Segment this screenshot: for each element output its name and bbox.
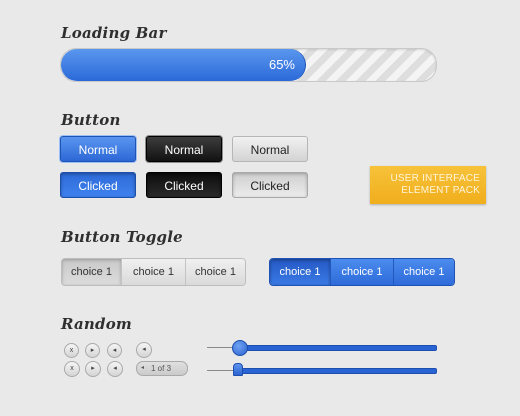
slider-2-track [235, 368, 437, 374]
blue-toggle-choice-1[interactable]: choice 1 [270, 259, 330, 285]
gray-normal-button[interactable]: Normal [232, 136, 308, 162]
play-icon-button[interactable]: ▸ [85, 343, 100, 358]
close-icon-button-large[interactable]: x [64, 361, 80, 377]
blue-toggle-choice-3[interactable]: choice 1 [393, 259, 454, 285]
back-arrow-icon: ◂ [113, 365, 117, 372]
slider-1-knob[interactable] [232, 340, 248, 356]
black-clicked-button[interactable]: Clicked [146, 172, 222, 198]
button-heading: Button [61, 111, 121, 129]
blue-toggle-group: choice 1 choice 1 choice 1 [269, 258, 455, 286]
speaker-icon: ◂ [142, 346, 146, 353]
close-icon-button[interactable]: x [64, 343, 79, 358]
slider-1[interactable] [207, 340, 437, 356]
play-icon: ▸ [91, 365, 95, 372]
gray-toggle-choice-3[interactable]: choice 1 [185, 259, 245, 285]
slider-2-handle[interactable] [233, 363, 243, 376]
close-icon: x [69, 347, 74, 354]
gray-toggle-group: choice 1 choice 1 choice 1 [61, 258, 246, 286]
badge-line-2: ELEMENT PACK [401, 185, 480, 196]
play-icon: ▸ [90, 347, 95, 354]
gray-clicked-button[interactable]: Clicked [232, 172, 308, 198]
back-icon-button[interactable]: ◂ [107, 343, 122, 358]
pager-prev-icon[interactable]: ◂ [141, 362, 144, 375]
badge-line-1: USER INTERFACE [390, 173, 480, 184]
back-arrow-icon: ◂ [112, 347, 117, 354]
pager[interactable]: ◂ 1 of 3 [136, 361, 188, 376]
loading-bar: 65% [60, 48, 437, 82]
pager-label: 1 of 3 [151, 364, 172, 373]
play-icon-button-large[interactable]: ▸ [85, 361, 101, 377]
loading-bar-fill: 65% [61, 49, 306, 81]
slider-2-left-line [207, 370, 235, 371]
slider-1-left-line [207, 347, 235, 348]
blue-toggle-choice-2[interactable]: choice 1 [330, 259, 393, 285]
gray-toggle-choice-1[interactable]: choice 1 [62, 259, 121, 285]
element-pack-badge: USER INTERFACE ELEMENT PACK [370, 166, 486, 204]
slider-2[interactable] [207, 362, 437, 378]
button-toggle-heading: Button Toggle [61, 228, 183, 246]
black-normal-button[interactable]: Normal [146, 136, 222, 162]
loading-bar-label: 65% [268, 57, 295, 72]
random-heading: Random [61, 315, 132, 333]
blue-clicked-button[interactable]: Clicked [60, 172, 136, 198]
slider-1-track [235, 345, 437, 351]
back-icon-button-large[interactable]: ◂ [107, 361, 123, 377]
speaker-icon-button[interactable]: ◂ [136, 342, 152, 358]
close-icon: x [70, 365, 74, 372]
gray-toggle-choice-2[interactable]: choice 1 [121, 259, 185, 285]
loading-bar-heading: Loading Bar [61, 24, 167, 42]
blue-normal-button[interactable]: Normal [60, 136, 136, 162]
